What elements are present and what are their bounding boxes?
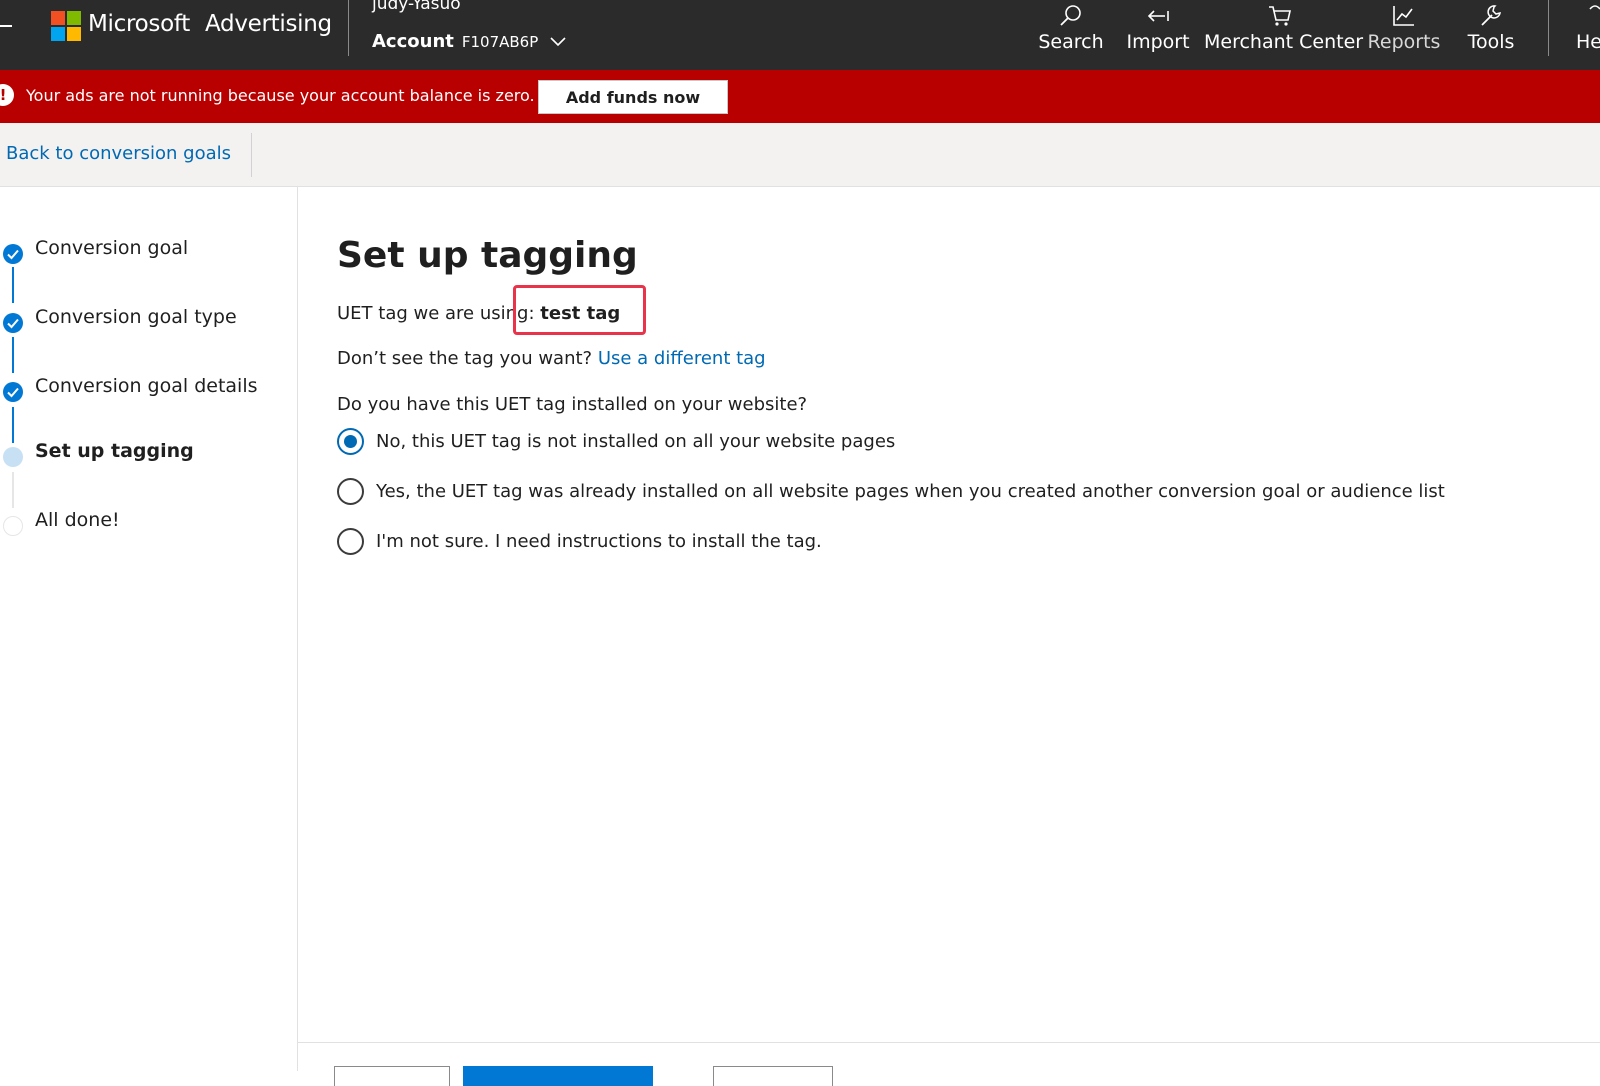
dont-see-text: Don’t see the tag you want? [337, 348, 593, 369]
nav-help-label: He [1576, 31, 1600, 53]
account-name: judy-Yasuo [372, 0, 461, 14]
menu-icon[interactable] [0, 25, 12, 27]
step-connector [12, 267, 14, 303]
footer-divider [298, 1042, 1600, 1043]
top-navigation-bar: Microsoft Advertising judy-Yasuo Account… [0, 0, 1600, 70]
step-label: Conversion goal [35, 237, 189, 259]
alert-message: Your ads are not running because your ac… [26, 86, 535, 105]
help-icon [1589, 5, 1600, 10]
nav-merchant-center-label: Merchant Center [1204, 31, 1364, 53]
step-connector [12, 407, 14, 443]
step-label: All done! [35, 509, 120, 531]
nav-import-label: Import [1126, 31, 1190, 53]
back-to-conversion-goals-link[interactable]: Back to conversion goals [6, 143, 231, 164]
cancel-button[interactable] [713, 1066, 833, 1086]
highlight-annotation [513, 285, 646, 335]
main-content: Set up tagging UET tag we are using: tes… [298, 187, 1600, 1086]
uet-tag-prefix: UET tag we are using: [337, 303, 535, 324]
nav-tools-label: Tools [1467, 31, 1515, 53]
current-step-icon [3, 447, 23, 467]
back-button[interactable] [334, 1066, 450, 1086]
nav-reports-label: Reports [1367, 31, 1441, 53]
stepper-sidebar: Conversion goal Conversion goal type Con… [0, 187, 298, 1071]
pending-step-icon [3, 516, 23, 536]
brand-advertising[interactable]: Advertising [205, 11, 332, 37]
dont-see-tag-line: Don’t see the tag you want? Use a differ… [337, 348, 766, 369]
alert-icon: ! [0, 84, 14, 106]
step-label: Conversion goal details [35, 375, 258, 397]
cart-icon [1269, 6, 1291, 26]
step-label: Set up tagging [35, 440, 194, 462]
account-selector[interactable]: Account F107AB6P [372, 31, 566, 52]
radio-button[interactable] [337, 478, 364, 505]
back-bar: Back to conversion goals [0, 123, 1600, 187]
use-different-tag-link[interactable]: Use a different tag [598, 348, 766, 369]
radio-label: No, this UET tag is not installed on all… [376, 431, 896, 452]
radio-button[interactable] [337, 528, 364, 555]
step-connector [12, 337, 14, 373]
checkmark-icon [3, 313, 23, 333]
radio-label: I'm not sure. I need instructions to ins… [376, 531, 822, 552]
nav-help[interactable]: He [1576, 0, 1600, 70]
account-id: F107AB6P [461, 32, 539, 51]
header-divider-right [1548, 0, 1549, 56]
nav-search[interactable]: Search [1037, 0, 1105, 70]
nav-tools[interactable]: Tools [1460, 0, 1522, 70]
nav-search-label: Search [1038, 31, 1104, 53]
nav-merchant-center[interactable]: Merchant Center [1204, 0, 1364, 70]
radio-button-selected[interactable] [337, 428, 364, 455]
install-question: Do you have this UET tag installed on yo… [337, 394, 808, 415]
alert-banner: ! Your ads are not running because your … [0, 70, 1600, 123]
search-icon [1060, 5, 1081, 26]
radio-label: Yes, the UET tag was already installed o… [376, 481, 1445, 502]
checkmark-icon [3, 244, 23, 264]
radio-option-not-sure[interactable]: I'm not sure. I need instructions to ins… [337, 528, 822, 555]
brand-microsoft[interactable]: Microsoft [88, 11, 190, 37]
back-bar-divider [251, 133, 252, 177]
nav-import[interactable]: Import [1124, 0, 1192, 70]
import-icon [1147, 10, 1169, 22]
radio-option-not-installed[interactable]: No, this UET tag is not installed on all… [337, 428, 895, 455]
header-divider [348, 0, 349, 56]
add-funds-button[interactable]: Add funds now [538, 80, 728, 114]
save-and-next-button[interactable] [463, 1066, 653, 1086]
page-title: Set up tagging [337, 235, 638, 276]
step-label: Conversion goal type [35, 306, 237, 328]
wrench-icon [1481, 5, 1501, 26]
step-connector [12, 472, 14, 508]
checkmark-icon [3, 382, 23, 402]
account-label: Account [372, 31, 454, 52]
chart-icon [1393, 6, 1414, 26]
microsoft-logo-icon [51, 11, 81, 41]
nav-reports[interactable]: Reports [1367, 0, 1441, 70]
radio-option-already-installed[interactable]: Yes, the UET tag was already installed o… [337, 478, 1445, 505]
chevron-down-icon [550, 36, 566, 46]
